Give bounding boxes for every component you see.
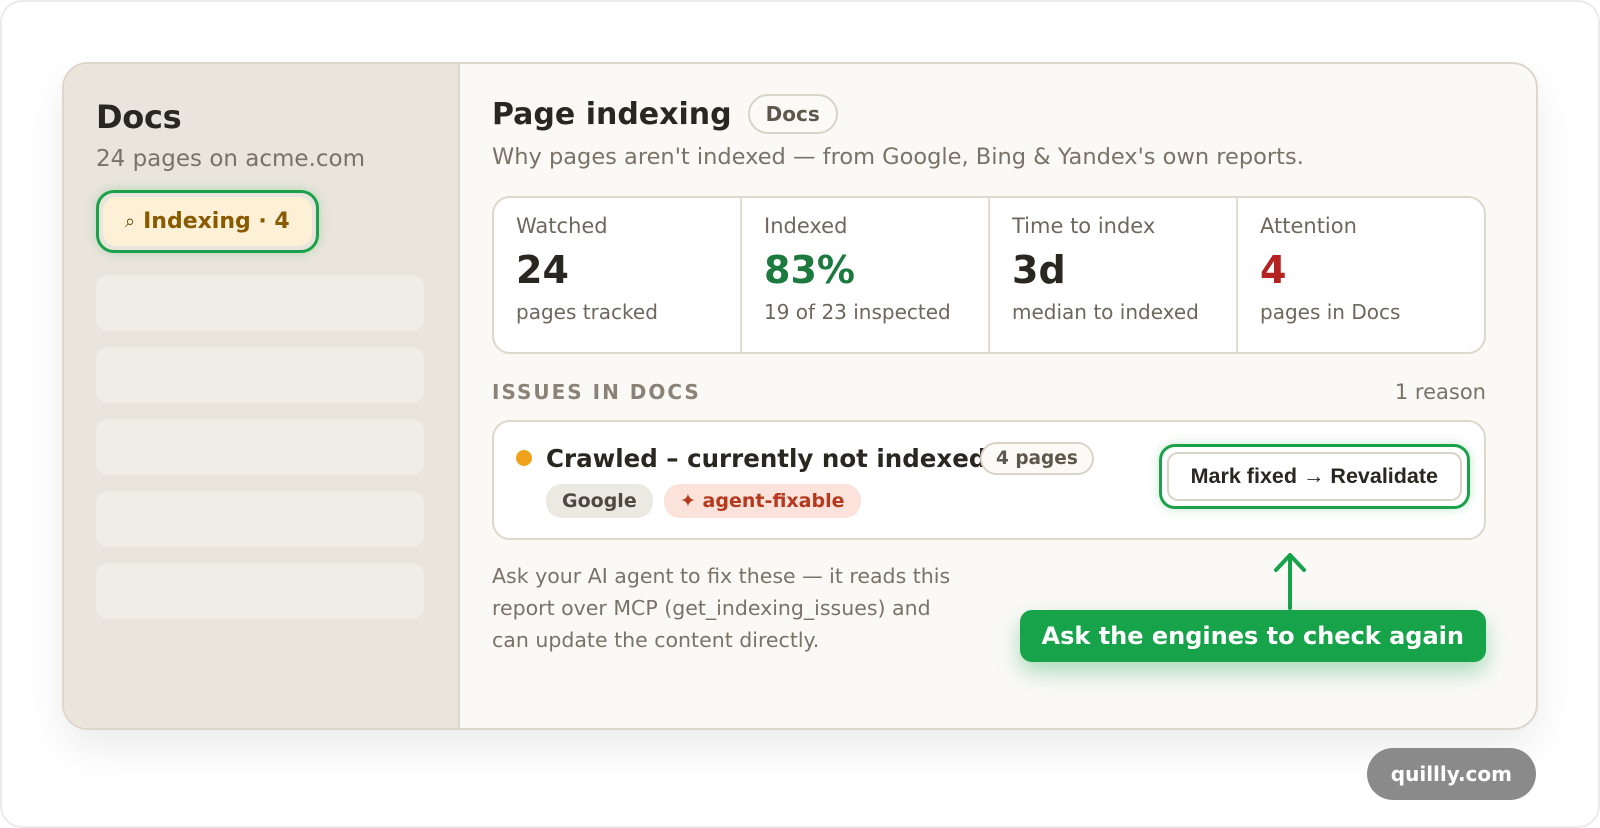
sidebar-item-placeholder	[96, 419, 424, 475]
search-icon: ⌕	[125, 211, 136, 232]
stat-value: 24	[516, 248, 569, 292]
stat-time-to-index: Time to index 3d median to indexed	[990, 198, 1238, 352]
stat-attention: Attention 4 pages in Docs	[1238, 198, 1484, 352]
stat-sub: pages tracked	[516, 300, 658, 324]
stat-sub: pages in Docs	[1260, 300, 1401, 324]
sidebar-item-placeholder	[96, 275, 424, 331]
issue-pages-badge[interactable]: 4 pages	[980, 442, 1094, 475]
sidebar-item-placeholder	[96, 347, 424, 403]
watermark-badge: quillly.com	[1366, 748, 1536, 800]
stat-label: Time to index	[1012, 214, 1156, 238]
sidebar-item-indexing-highlight: ⌕ Indexing · 4	[96, 190, 319, 253]
page-description: Why pages aren't indexed — from Google, …	[492, 144, 1304, 170]
issues-title: ISSUES IN DOCS	[492, 380, 701, 404]
stat-label: Attention	[1260, 214, 1357, 238]
stat-sub: 19 of 23 inspected	[764, 300, 951, 324]
issue-row: Crawled – currently not indexed 4 pages …	[492, 420, 1486, 540]
sidebar-item-placeholder	[96, 491, 424, 547]
scope-chip: Docs	[747, 94, 838, 134]
page-title: Page indexing	[492, 96, 732, 132]
stat-label: Indexed	[764, 214, 848, 238]
sidebar-title: Docs	[96, 98, 182, 136]
sidebar: Docs 24 pages on acme.com ⌕ Indexing · 4	[64, 64, 460, 728]
revalidate-button-highlight: Mark fixed → Revalidate	[1158, 444, 1470, 509]
status-dot-icon	[516, 450, 532, 466]
callout-label: Ask the engines to check again	[1019, 610, 1486, 662]
issue-name: Crawled – currently not indexed	[546, 444, 987, 473]
stat-value: 3d	[1012, 248, 1066, 292]
stat-indexed: Indexed 83% 19 of 23 inspected	[742, 198, 990, 352]
sidebar-item-placeholder	[96, 563, 424, 619]
main-panel: Page indexing Docs Why pages aren't inde…	[460, 64, 1536, 728]
stat-label: Watched	[516, 214, 608, 238]
engine-tag: Google	[546, 484, 653, 518]
stats-panel: Watched 24 pages tracked Indexed 83% 19 …	[492, 196, 1486, 354]
stat-value: 83%	[764, 248, 855, 292]
sidebar-item-indexing[interactable]: ⌕ Indexing · 4	[103, 197, 312, 246]
agent-fixable-tag: ✦ agent-fixable	[664, 484, 861, 518]
issues-count: 1 reason	[1394, 380, 1486, 404]
app-window: Docs 24 pages on acme.com ⌕ Indexing · 4…	[62, 62, 1538, 730]
page-header: Page indexing Docs	[492, 94, 1504, 134]
stat-sub: median to indexed	[1012, 300, 1199, 324]
sidebar-subtitle: 24 pages on acme.com	[96, 146, 366, 172]
mark-fixed-revalidate-button[interactable]: Mark fixed → Revalidate	[1166, 452, 1462, 501]
sidebar-item-label: Indexing · 4	[143, 209, 290, 234]
arrow-up-icon	[1274, 553, 1306, 610]
stat-watched: Watched 24 pages tracked	[494, 198, 742, 352]
footer-area: Ask your AI agent to fix these — it read…	[492, 553, 1486, 694]
stat-value: 4	[1260, 248, 1287, 292]
issues-header: ISSUES IN DOCS 1 reason	[492, 380, 1486, 404]
help-text: Ask your AI agent to fix these — it read…	[492, 564, 951, 652]
